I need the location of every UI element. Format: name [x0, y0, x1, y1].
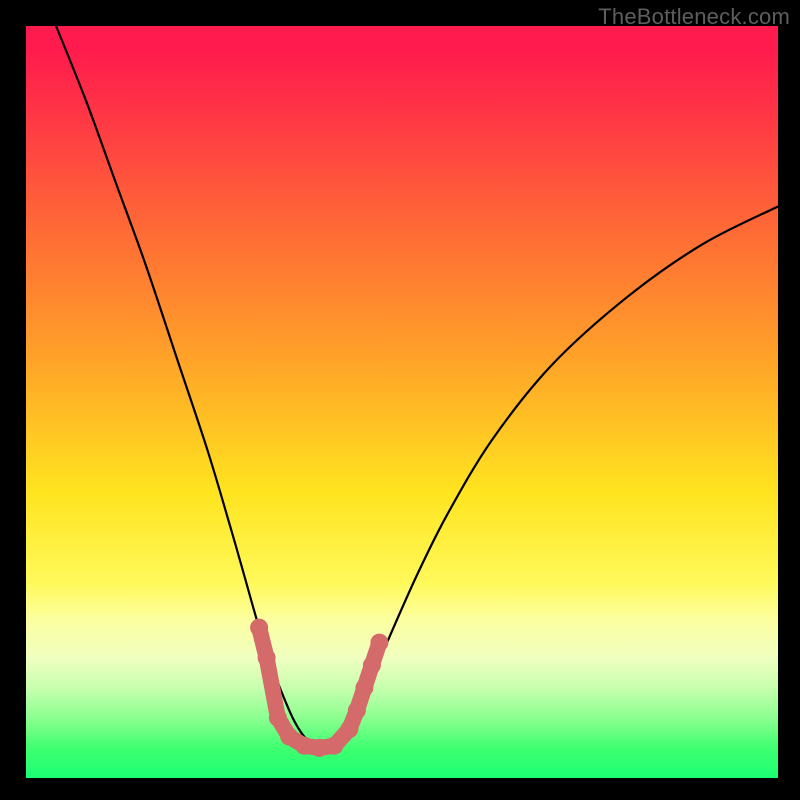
highlight-dot — [325, 737, 343, 755]
plot-area — [26, 26, 778, 778]
highlight-dot — [355, 679, 373, 697]
highlight-dot — [370, 634, 388, 652]
highlight-dot — [295, 737, 313, 755]
curve-layer — [26, 26, 778, 778]
watermark-text: TheBottleneck.com — [598, 4, 790, 30]
bottleneck-curve — [56, 26, 778, 748]
chart-frame: TheBottleneck.com — [0, 0, 800, 800]
highlight-dot — [280, 728, 298, 746]
highlight-dot — [250, 619, 268, 637]
highlight-markers — [250, 619, 388, 757]
highlight-dot — [348, 701, 366, 719]
highlight-dot — [340, 720, 358, 738]
highlight-dot — [363, 656, 381, 674]
highlight-dot — [258, 649, 276, 667]
highlight-dot — [269, 709, 287, 727]
